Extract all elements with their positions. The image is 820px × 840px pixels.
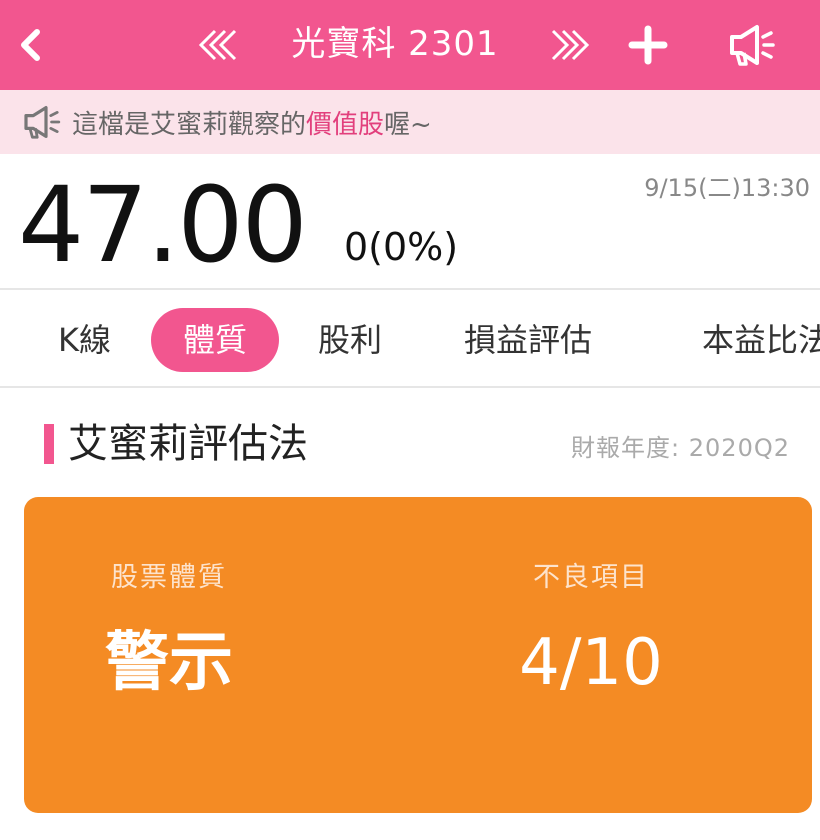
health-column: 股票體質 警示: [24, 497, 418, 813]
tab-profit-evaluation[interactable]: 損益評估: [464, 308, 592, 372]
megaphone-icon: [22, 102, 64, 142]
megaphone-icon: [730, 25, 775, 66]
double-chevron-right-icon: [551, 29, 590, 61]
health-summary-card: 股票體質 警示 不良項目 4/10: [24, 497, 812, 813]
analysis-tabs: K線 體質 股利 損益評估 本益比法: [0, 288, 820, 388]
tab-k-line[interactable]: K線: [58, 308, 111, 372]
observation-notice: 這檔是艾蜜莉觀察的 價值股 喔~: [0, 90, 820, 154]
bad-items-value: 4/10: [519, 626, 663, 700]
section-accent-bar: [44, 424, 54, 464]
double-chevron-left-icon: [198, 29, 237, 61]
app-header: 光寶科 2301: [0, 0, 820, 90]
add-watchlist-button[interactable]: [622, 0, 674, 90]
quote-timestamp: 9/15(二)13:30: [644, 174, 810, 202]
notice-prefix: 這檔是艾蜜莉觀察的: [72, 109, 307, 140]
plus-icon: [628, 25, 668, 65]
chevron-left-icon: [21, 29, 40, 61]
previous-stock-button[interactable]: [194, 0, 246, 90]
tab-dividend[interactable]: 股利: [318, 308, 382, 372]
next-stock-button[interactable]: [542, 0, 594, 90]
tab-pe-ratio[interactable]: 本益比法: [702, 308, 820, 372]
notice-highlight: 價值股: [306, 109, 385, 140]
health-value: 警示: [105, 626, 233, 700]
section-title: 艾蜜莉評估法: [68, 421, 308, 467]
bad-items-label: 不良項目: [533, 562, 649, 593]
notice-suffix: 喔~: [384, 109, 432, 140]
price-change: 0(0%): [344, 225, 459, 269]
announcement-button[interactable]: [722, 0, 782, 90]
current-price: 47.00: [18, 164, 308, 286]
bad-items-column: 不良項目 4/10: [418, 497, 812, 813]
health-label: 股票體質: [111, 562, 227, 593]
tab-health[interactable]: 體質: [151, 308, 280, 372]
report-period: 財報年度: 2020Q2: [571, 434, 790, 462]
stock-title: 光寶科 2301: [291, 24, 499, 64]
back-button[interactable]: [8, 0, 52, 90]
